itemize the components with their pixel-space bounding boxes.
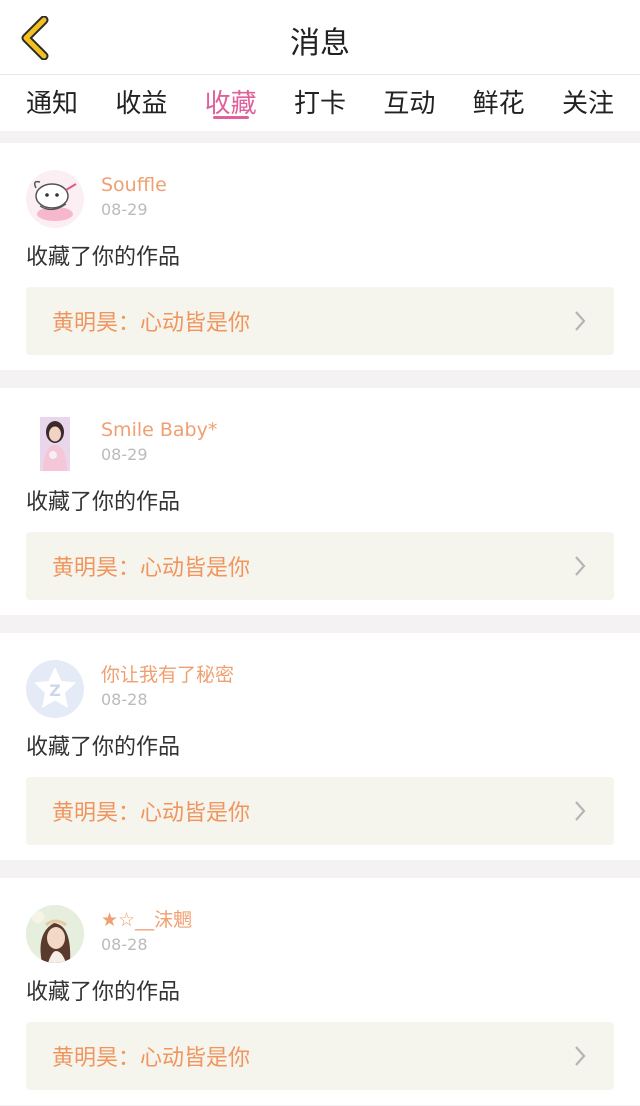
timestamp: 08-29 [101, 445, 148, 464]
list-item: Z 你让我有了秘密 08-28 收藏了你的作品 黄明昊：心动皆是你 [0, 633, 640, 860]
photo-avatar-icon [26, 905, 84, 963]
chevron-right-icon [575, 801, 586, 821]
avatar[interactable] [26, 415, 84, 473]
avatar[interactable]: Z [26, 660, 84, 718]
tab-notifications[interactable]: 通知 [26, 75, 78, 123]
svg-text:Z: Z [49, 681, 61, 700]
action-text: 收藏了你的作品 [26, 490, 181, 515]
action-text: 收藏了你的作品 [26, 245, 181, 270]
action-text: 收藏了你的作品 [26, 735, 181, 760]
avatar[interactable] [26, 170, 84, 228]
timestamp: 08-28 [101, 690, 148, 709]
list-item: Souffle 08-29 收藏了你的作品 黄明昊：心动皆是你 [0, 143, 640, 370]
work-title: 黄明昊：心动皆是你 [52, 311, 251, 336]
work-title: 黄明昊：心动皆是你 [52, 801, 251, 826]
tab-bar: 通知 收益 收藏 打卡 互动 鲜花 关注 [0, 75, 640, 131]
tab-following[interactable]: 关注 [562, 75, 614, 123]
chevron-right-icon [575, 311, 586, 331]
avatar[interactable] [26, 905, 84, 963]
work-link[interactable]: 黄明昊：心动皆是你 [26, 1022, 614, 1090]
work-link[interactable]: 黄明昊：心动皆是你 [26, 287, 614, 355]
action-text: 收藏了你的作品 [26, 980, 181, 1005]
username[interactable]: 你让我有了秘密 [101, 663, 234, 687]
username[interactable]: Smile Baby* [101, 418, 217, 442]
username[interactable]: Souffle [101, 173, 167, 197]
work-link[interactable]: 黄明昊：心动皆是你 [26, 777, 614, 845]
qzone-star-icon: Z [34, 667, 76, 708]
username[interactable]: ★☆__沫魍 [101, 908, 192, 932]
tab-flowers[interactable]: 鲜花 [473, 75, 525, 123]
timestamp: 08-28 [101, 935, 148, 954]
work-title: 黄明昊：心动皆是你 [52, 556, 251, 581]
tab-interactions[interactable]: 互动 [383, 75, 435, 123]
list-item: Smile Baby* 08-29 收藏了你的作品 黄明昊：心动皆是你 [0, 388, 640, 615]
list-item: ★☆__沫魍 08-28 收藏了你的作品 黄明昊：心动皆是你 [0, 878, 640, 1105]
tab-earnings[interactable]: 收益 [115, 75, 167, 123]
favorites-feed: Souffle 08-29 收藏了你的作品 黄明昊：心动皆是你 Smile Ba… [0, 131, 640, 1105]
work-link[interactable]: 黄明昊：心动皆是你 [26, 532, 614, 600]
chevron-right-icon [575, 1046, 586, 1066]
work-title: 黄明昊：心动皆是你 [52, 1046, 251, 1071]
chevron-right-icon [575, 556, 586, 576]
tab-checkin[interactable]: 打卡 [294, 75, 346, 123]
tab-favorites[interactable]: 收藏 [205, 75, 257, 123]
top-bar: 消息 [0, 0, 640, 75]
timestamp: 08-29 [101, 200, 148, 219]
page-title: 消息 [290, 26, 350, 61]
photo-avatar-icon [33, 417, 77, 471]
cartoon-avatar-icon [33, 180, 77, 221]
